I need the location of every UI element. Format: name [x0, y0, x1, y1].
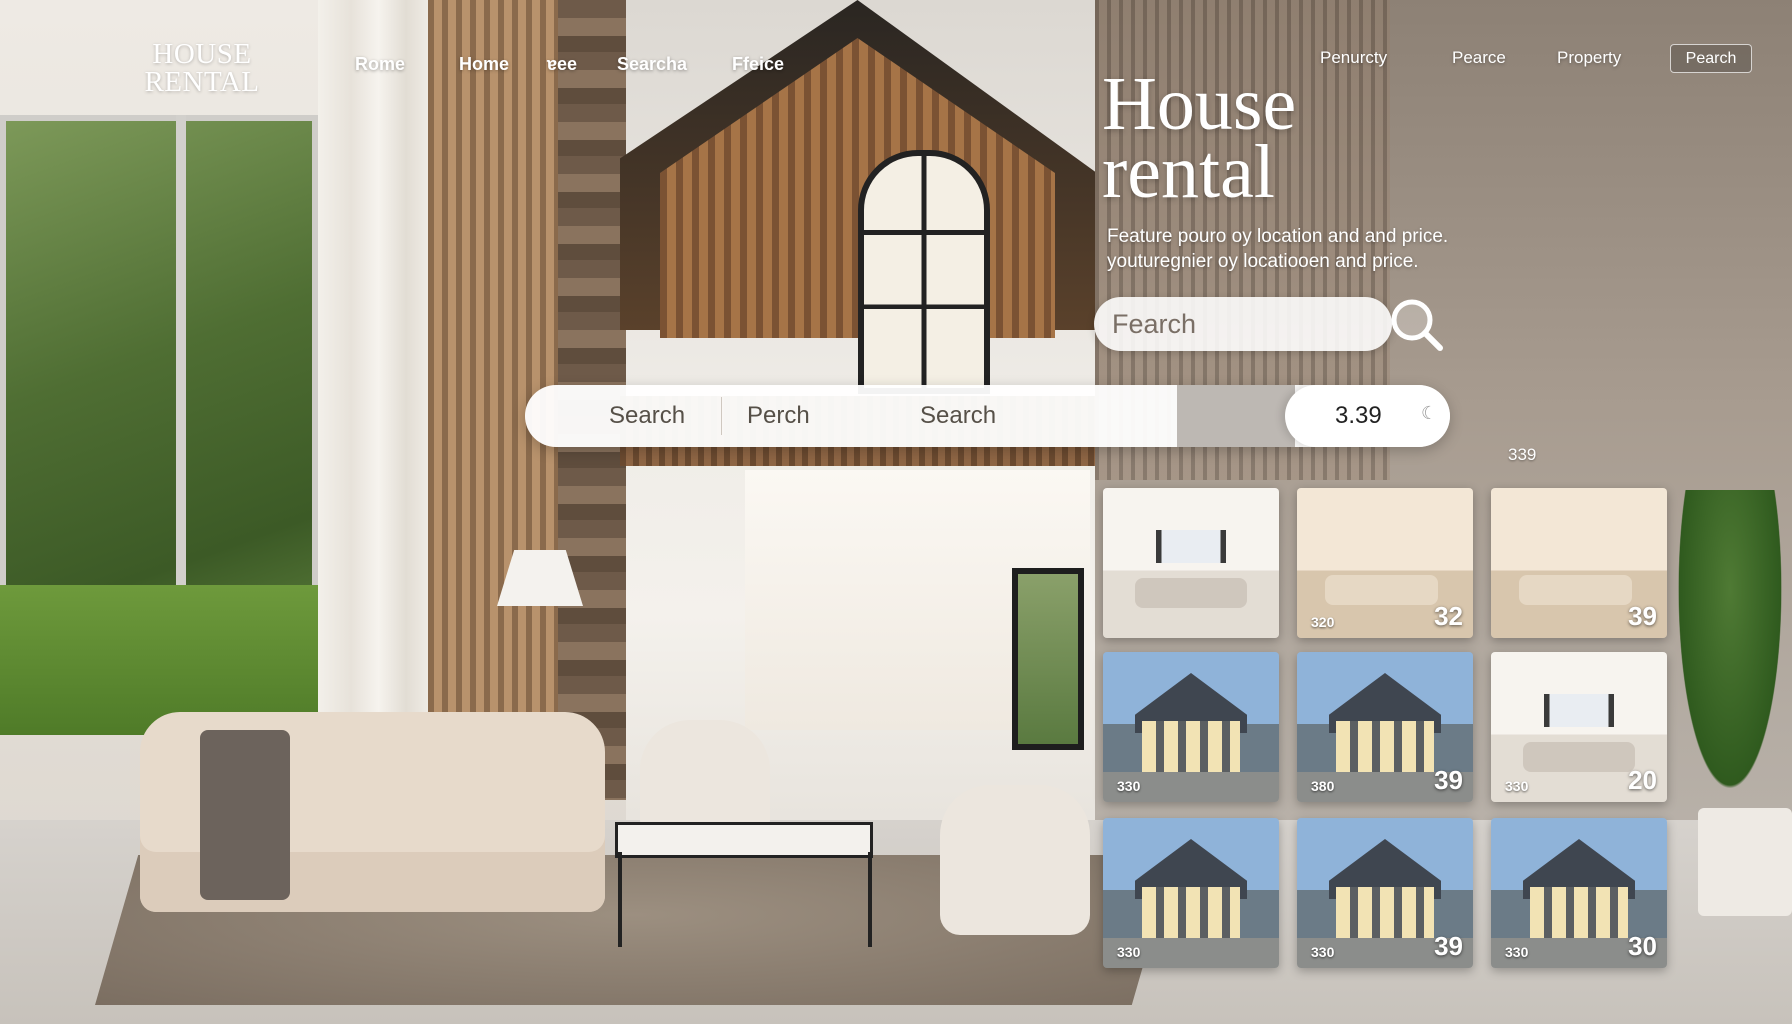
property-card-price: 30	[1628, 931, 1657, 961]
property-card-number: 330	[1117, 778, 1141, 794]
brand-logo[interactable]: HOUSE RENTAL	[132, 38, 272, 98]
nav-link-rome[interactable]: Rome	[355, 54, 405, 75]
moon-icon: ☾	[1421, 403, 1438, 423]
wood-slat-wall	[428, 0, 558, 720]
potted-plant	[1670, 490, 1790, 820]
nav-link-property[interactable]: Property	[1557, 48, 1621, 68]
sofa-throw	[200, 730, 290, 900]
coffee-table-legs	[618, 852, 872, 947]
hero-search-label: Fearch	[1112, 309, 1197, 339]
property-card-price: 39	[1628, 601, 1657, 631]
hero-subtitle-line-1: Feature pouro oy location and and price.	[1107, 226, 1449, 247]
property-card[interactable]: 330	[1103, 652, 1279, 802]
main-search-bar: Search Perch Search 3.39 ☾	[525, 385, 1450, 447]
property-card[interactable]: 330 39	[1297, 818, 1473, 968]
property-card[interactable]: 330 30	[1491, 818, 1667, 968]
armchair-right	[940, 785, 1090, 935]
nav-link-see[interactable]: ɐee	[547, 54, 577, 75]
nav-search-button[interactable]: Pearch	[1670, 44, 1752, 73]
property-card[interactable]: 39	[1491, 488, 1667, 638]
property-card-price: 39	[1434, 931, 1463, 961]
gable-window	[858, 150, 990, 394]
brand-line-1: HOUSE	[152, 38, 252, 70]
nav-link-home[interactable]: Home	[459, 54, 509, 75]
search-icon[interactable]	[1390, 298, 1444, 352]
property-card-number: 330	[1117, 944, 1141, 960]
property-card-number: 330	[1505, 944, 1529, 960]
property-card[interactable]: 330	[1103, 818, 1279, 968]
brand-line-2: RENTAL	[144, 66, 260, 98]
nav-link-penurcty[interactable]: Penurcty	[1320, 48, 1387, 68]
property-card[interactable]: 330 20	[1491, 652, 1667, 802]
nav-link-pearce[interactable]: Pearce	[1452, 48, 1506, 68]
property-card-number: 320	[1311, 614, 1335, 630]
kitchen-door	[1012, 568, 1084, 750]
property-card[interactable]: 380 39	[1297, 652, 1473, 802]
price-selector[interactable]: 3.39 ☾	[1285, 385, 1450, 447]
planter	[1698, 808, 1792, 916]
garden-window	[0, 115, 326, 735]
property-card-number: 330	[1505, 778, 1529, 794]
search-filter-toggle[interactable]	[1177, 385, 1295, 447]
property-interior-photo	[1103, 488, 1279, 638]
results-count-label: 339	[1508, 445, 1537, 464]
hero-title: House rental	[1102, 62, 1297, 214]
property-card-number: 380	[1311, 778, 1335, 794]
hero-subtitle-line-2: youturegnier oy locatiooen and price.	[1107, 251, 1419, 272]
property-card-price: 20	[1628, 765, 1657, 795]
property-card[interactable]: 320 32	[1297, 488, 1473, 638]
hero-title-line-1: House	[1102, 62, 1297, 146]
nav-link-ffeice[interactable]: Ffeice	[732, 54, 784, 75]
hero-search-input[interactable]: Fearch	[1094, 297, 1392, 351]
hero-title-line-2: rental	[1102, 130, 1276, 214]
property-card-price: 32	[1434, 601, 1463, 631]
property-card-price: 39	[1434, 765, 1463, 795]
search-field-location[interactable]: Search	[609, 385, 685, 447]
search-field-perch[interactable]: Perch	[747, 385, 810, 447]
price-value: 3.39	[1335, 402, 1382, 429]
curtain	[318, 0, 428, 730]
property-card[interactable]	[1103, 488, 1279, 638]
property-card-number: 330	[1311, 944, 1335, 960]
search-field-keyword[interactable]: Search	[920, 385, 996, 447]
search-divider	[721, 397, 722, 435]
nav-link-searcha[interactable]: Searcha	[617, 54, 687, 75]
